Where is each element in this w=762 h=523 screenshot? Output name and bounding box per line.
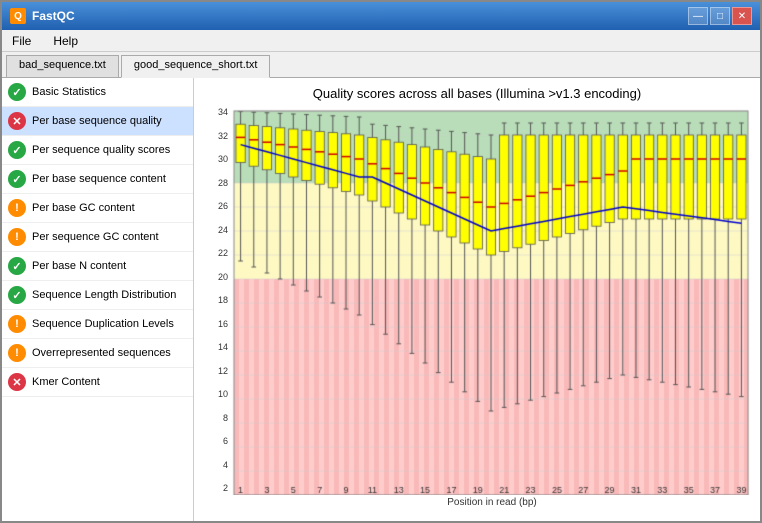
sidebar: ✓ Basic Statistics ✕ Per base sequence q… [2, 78, 194, 521]
status-icon-fail-2: ✕ [8, 373, 26, 391]
sidebar-label-overrepresented: Overrepresented sequences [32, 347, 171, 359]
menu-bar: File Help [2, 30, 760, 52]
tab-bad-sequence[interactable]: bad_sequence.txt [6, 55, 119, 77]
sidebar-item-per-sequence-quality[interactable]: ✓ Per sequence quality scores [2, 136, 193, 165]
sidebar-label-per-sequence-gc: Per sequence GC content [32, 231, 159, 243]
sidebar-item-per-base-sequence-quality[interactable]: ✕ Per base sequence quality [2, 107, 193, 136]
menu-file[interactable]: File [6, 32, 37, 50]
sidebar-label-per-base-sequence-quality: Per base sequence quality [32, 115, 162, 127]
sidebar-item-overrepresented[interactable]: ! Overrepresented sequences [2, 339, 193, 368]
status-icon-ok-4: ✓ [8, 257, 26, 275]
status-icon-warn-2: ! [8, 228, 26, 246]
sidebar-label-per-base-n: Per base N content [32, 260, 126, 272]
sidebar-label-seq-length: Sequence Length Distribution [32, 289, 176, 301]
status-icon-ok-3: ✓ [8, 170, 26, 188]
sidebar-item-per-base-n[interactable]: ✓ Per base N content [2, 252, 193, 281]
sidebar-label-duplication: Sequence Duplication Levels [32, 318, 174, 330]
sidebar-item-per-base-gc[interactable]: ! Per base GC content [2, 194, 193, 223]
status-icon-warn-1: ! [8, 199, 26, 217]
quality-chart-canvas [232, 107, 752, 495]
minimize-button[interactable]: — [688, 7, 708, 25]
status-icon-ok-2: ✓ [8, 141, 26, 159]
app-title: FastQC [32, 9, 75, 23]
sidebar-item-duplication[interactable]: ! Sequence Duplication Levels [2, 310, 193, 339]
status-icon-fail: ✕ [8, 112, 26, 130]
sidebar-label-basic-statistics: Basic Statistics [32, 86, 106, 98]
sidebar-item-basic-statistics[interactable]: ✓ Basic Statistics [2, 78, 193, 107]
x-axis-label: Position in read (bp) [232, 497, 752, 508]
status-icon-ok-5: ✓ [8, 286, 26, 304]
sidebar-item-per-sequence-gc[interactable]: ! Per sequence GC content [2, 223, 193, 252]
menu-help[interactable]: Help [47, 32, 84, 50]
sidebar-item-kmer[interactable]: ✕ Kmer Content [2, 368, 193, 397]
tab-good-sequence[interactable]: good_sequence_short.txt [121, 55, 271, 78]
main-chart-area: Quality scores across all bases (Illumin… [194, 78, 760, 521]
chart-container: 34 32 30 28 26 24 22 20 18 16 14 12 10 8… [202, 107, 752, 513]
app-icon: Q [10, 8, 26, 24]
chart-right: Position in read (bp) [232, 107, 752, 513]
sidebar-label-per-base-gc: Per base GC content [32, 202, 135, 214]
chart-title: Quality scores across all bases (Illumin… [202, 86, 752, 101]
y-axis: 34 32 30 28 26 24 22 20 18 16 14 12 10 8… [202, 107, 232, 513]
content-area: ✓ Basic Statistics ✕ Per base sequence q… [2, 78, 760, 521]
title-bar-left: Q FastQC [10, 8, 75, 24]
sidebar-label-per-sequence-quality: Per sequence quality scores [32, 144, 170, 156]
sidebar-label-per-base-content: Per base sequence content [32, 173, 166, 185]
maximize-button[interactable]: □ [710, 7, 730, 25]
tabs-bar: bad_sequence.txt good_sequence_short.txt [2, 52, 760, 78]
sidebar-item-per-base-content[interactable]: ✓ Per base sequence content [2, 165, 193, 194]
main-window: Q FastQC — □ ✕ File Help bad_sequence.tx… [0, 0, 762, 523]
close-button[interactable]: ✕ [732, 7, 752, 25]
status-icon-warn-4: ! [8, 344, 26, 362]
title-controls: — □ ✕ [688, 7, 752, 25]
sidebar-item-seq-length[interactable]: ✓ Sequence Length Distribution [2, 281, 193, 310]
sidebar-label-kmer: Kmer Content [32, 376, 100, 388]
status-icon-ok: ✓ [8, 83, 26, 101]
title-bar: Q FastQC — □ ✕ [2, 2, 760, 30]
status-icon-warn-3: ! [8, 315, 26, 333]
